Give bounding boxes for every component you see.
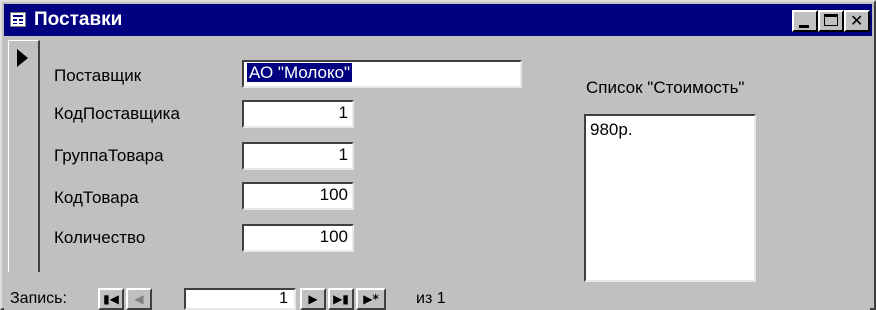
cost-listbox[interactable]: 980р.: [584, 114, 756, 282]
close-button[interactable]: [844, 10, 870, 32]
record-label: Запись:: [10, 290, 67, 307]
supplier-value: АО "Молоко": [247, 63, 353, 82]
next-record-button[interactable]: ▶: [300, 288, 326, 310]
current-record-field[interactable]: 1: [184, 288, 296, 310]
supplier-code-field[interactable]: 1: [242, 100, 354, 128]
supplier-field[interactable]: АО "Молоко": [242, 60, 522, 88]
quantity-field[interactable]: 100: [242, 224, 354, 252]
product-group-label: ГруппаТовара: [54, 146, 164, 165]
window-title: Поставки: [34, 9, 123, 30]
last-record-button[interactable]: ▶▮: [328, 288, 354, 310]
previous-record-button[interactable]: ◀: [126, 288, 152, 310]
product-code-field[interactable]: 100: [242, 182, 354, 210]
next-record-icon: ▶: [308, 292, 318, 306]
record-navigation-bar: Запись: ▮◀ ◀ 1 ▶ ▶▮ ▶* из 1: [4, 286, 870, 310]
form-window: Поставки Поставщик АО "Молоко" КодПостав…: [0, 0, 876, 310]
last-record-icon: ▶▮: [333, 292, 349, 306]
supplier-label: Поставщик: [54, 66, 142, 85]
form-icon[interactable]: [10, 12, 26, 27]
maximize-button[interactable]: [818, 10, 844, 32]
title-bar[interactable]: Поставки: [4, 4, 872, 36]
record-selector[interactable]: [8, 40, 40, 272]
prev-record-icon: ◀: [134, 292, 144, 306]
supplier-code-label: КодПоставщика: [54, 104, 180, 123]
cost-list-label: Список "Стоимость": [586, 78, 745, 97]
current-record-arrow-icon: [17, 49, 28, 67]
list-item[interactable]: 980р.: [590, 120, 633, 140]
first-record-icon: ▮◀: [103, 292, 119, 306]
minimize-button[interactable]: [792, 10, 818, 32]
product-code-label: КодТовара: [54, 188, 139, 207]
form-body: Поставщик АО "Молоко" КодПоставщика 1 Гр…: [4, 38, 870, 288]
product-group-field[interactable]: 1: [242, 142, 354, 170]
record-total: из 1: [416, 290, 446, 307]
new-record-icon: ▶*: [363, 292, 379, 306]
first-record-button[interactable]: ▮◀: [98, 288, 124, 310]
new-record-button[interactable]: ▶*: [356, 288, 386, 310]
quantity-label: Количество: [54, 228, 146, 247]
